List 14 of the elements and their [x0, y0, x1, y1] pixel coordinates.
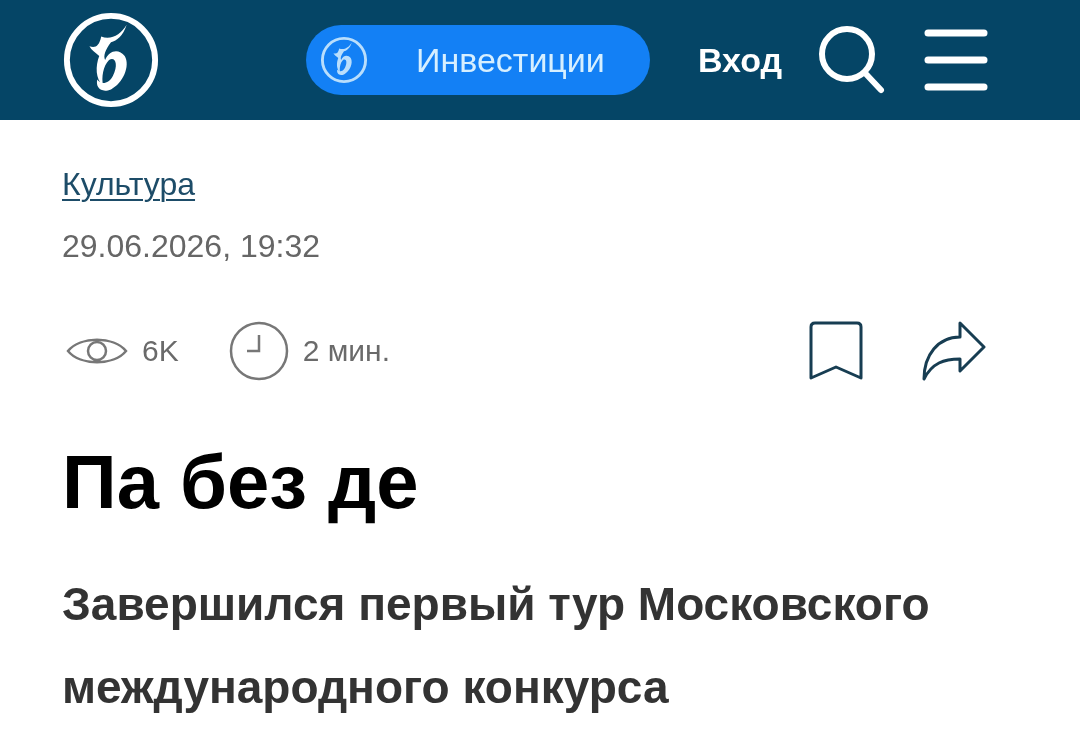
bookmark-icon[interactable] [808, 321, 864, 381]
clock-icon [228, 321, 289, 381]
article-title: Па без де [62, 438, 419, 526]
publish-date: 29.06.2026, 19:32 [62, 227, 321, 266]
search-icon[interactable] [816, 24, 887, 96]
category-link[interactable]: Культура [62, 164, 196, 204]
share-icon[interactable] [920, 321, 986, 381]
article-subtitle: Завершился первый тур Московского международного конкурса [62, 577, 931, 715]
read-time: 2 мин. [302, 334, 390, 368]
logo-icon [320, 36, 368, 84]
logo-icon[interactable] [62, 11, 160, 109]
login-link[interactable]: Вход [698, 40, 783, 80]
views-count: 6K [142, 334, 179, 368]
menu-icon[interactable] [924, 29, 989, 91]
